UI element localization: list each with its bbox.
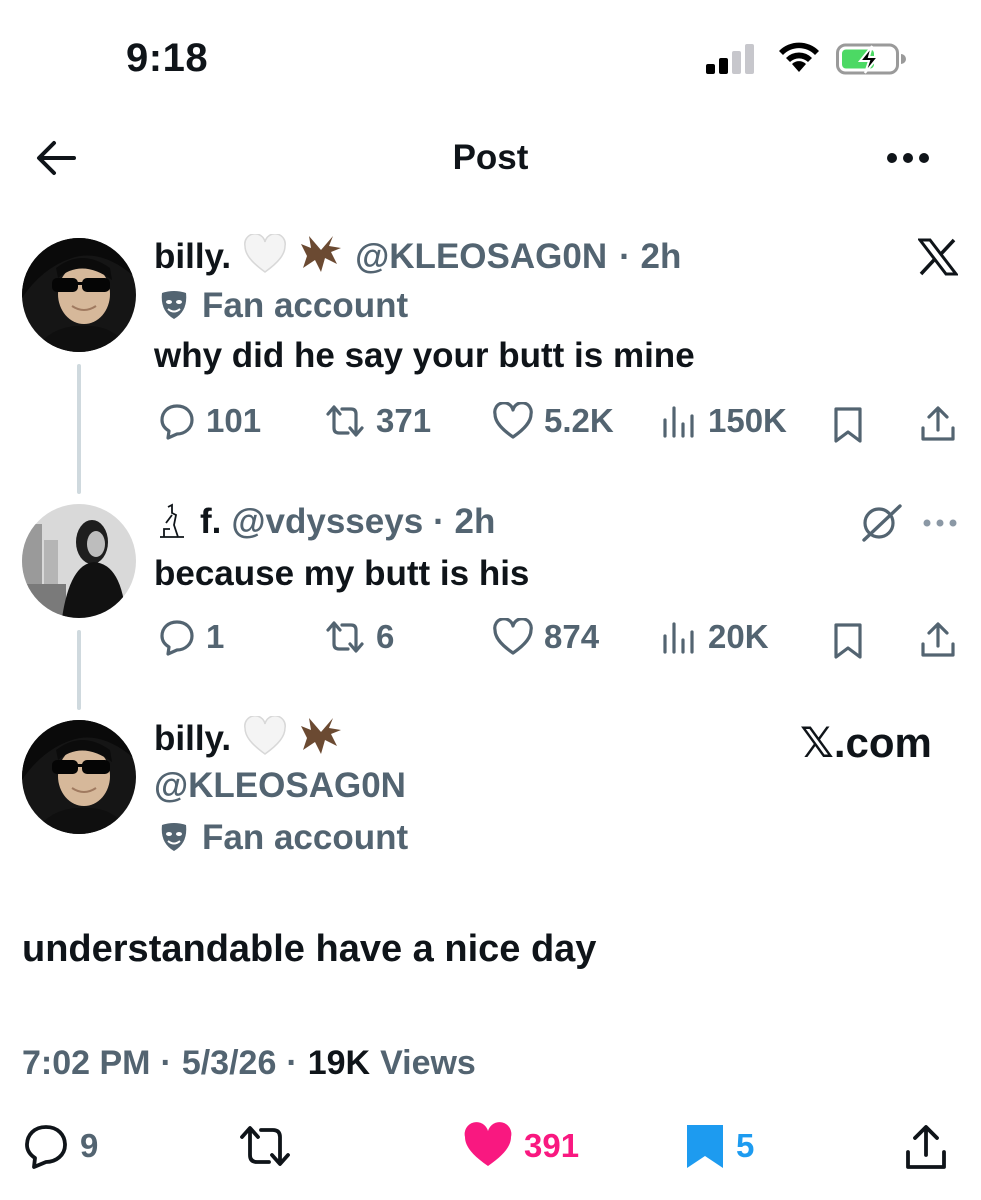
post-time: · 2h [619, 236, 682, 276]
tweet-text: why did he say your butt is mine [154, 336, 695, 375]
bat-icon [299, 234, 343, 279]
white-heart-icon [243, 715, 287, 761]
bookmark-count: 5 [736, 1127, 755, 1164]
tweet-actions: 101 371 5.2K 150K [154, 402, 960, 448]
reply-icon [160, 620, 194, 656]
avatar[interactable] [22, 238, 136, 352]
post-time[interactable]: 7:02 PM [22, 1044, 151, 1083]
views-button[interactable]: 20K [660, 618, 769, 656]
bookmark-icon[interactable] [832, 406, 864, 444]
post-meta: 7:02 PM · 5/3/26 · 19K Views [22, 1044, 476, 1083]
heart-filled-icon [464, 1122, 512, 1166]
reply-count: 1 [206, 618, 225, 655]
battery-charging-icon [836, 43, 906, 75]
post-time: · 2h [433, 502, 496, 541]
author-handle[interactable]: @vdysseys [231, 502, 423, 542]
more-options-icon[interactable] [922, 518, 958, 528]
more-options-icon[interactable] [884, 150, 932, 166]
reply-icon [160, 404, 194, 440]
x-logo-icon[interactable] [918, 238, 958, 276]
grok-icon[interactable] [858, 502, 904, 544]
avatar[interactable] [22, 720, 136, 834]
share-icon[interactable] [902, 1122, 950, 1172]
author-handle[interactable]: @KLEOSAG0N [154, 766, 406, 806]
page-title: Post [452, 138, 529, 177]
heart-outline-icon [493, 402, 533, 439]
repost-icon[interactable] [238, 1122, 292, 1170]
tweet-actions: 1 6 874 20K [154, 618, 960, 664]
repost-button[interactable]: 6 [324, 618, 394, 656]
views-button[interactable]: 150K [660, 402, 787, 440]
reply-button[interactable]: 9 [22, 1122, 98, 1170]
avatar[interactable] [22, 504, 136, 618]
tweet-text: because my butt is his [154, 554, 530, 593]
meta-dot: · [286, 1044, 298, 1082]
bookmark-icon[interactable] [832, 622, 864, 660]
views-chart-icon [663, 406, 694, 438]
repost-count: 371 [376, 402, 432, 439]
like-count: 391 [524, 1127, 580, 1164]
like-count: 874 [544, 618, 600, 655]
reply-icon [25, 1125, 67, 1169]
white-heart-icon [243, 233, 287, 279]
fan-account-label: Fan account [202, 818, 409, 857]
repost-button[interactable]: 371 [324, 402, 431, 440]
thread-connector [77, 630, 81, 710]
post-text: understandable have a nice day [22, 928, 597, 970]
author-handle[interactable]: @KLEOSAG0N [355, 237, 607, 277]
share-icon[interactable] [918, 404, 958, 444]
fan-mask-icon [161, 291, 187, 319]
reply-count: 101 [206, 402, 262, 439]
like-button[interactable]: 874 [492, 618, 599, 656]
like-button[interactable]: 391 [462, 1122, 579, 1170]
thread-connector [77, 364, 81, 494]
fan-account-label: Fan account [202, 286, 409, 325]
post-actions: 9 391 5 [22, 1122, 952, 1174]
egyptian-figure-icon [160, 503, 184, 538]
reply-button[interactable]: 1 [158, 618, 224, 656]
views-chart-icon [663, 622, 694, 654]
post-date[interactable]: 5/3/26 [182, 1044, 277, 1083]
repost-count: 6 [376, 618, 395, 655]
reply-button[interactable]: 101 [158, 402, 261, 440]
fan-mask-icon [161, 823, 187, 851]
author-name[interactable]: billy. [154, 719, 231, 759]
repost-icon [326, 621, 364, 653]
repost-icon [326, 405, 364, 437]
wifi-icon [779, 42, 819, 72]
bookmark-filled-icon [687, 1125, 723, 1168]
share-icon[interactable] [918, 620, 958, 660]
views-count: 19K [307, 1044, 371, 1082]
status-time: 9:18 [126, 36, 209, 80]
views-label: Views [380, 1044, 476, 1082]
cell-signal-icon [706, 44, 754, 74]
heart-outline-icon [493, 618, 533, 655]
reply-count: 9 [80, 1127, 99, 1164]
bookmark-button[interactable]: 5 [684, 1122, 754, 1170]
like-button[interactable]: 5.2K [492, 402, 614, 440]
views-count: 150K [708, 402, 787, 439]
like-count: 5.2K [544, 402, 614, 439]
views-count: 20K [708, 618, 769, 655]
meta-dot: · [160, 1044, 172, 1082]
author-name[interactable]: f. [200, 502, 221, 542]
x-com-watermark: 𝕏.com [800, 719, 932, 766]
author-name[interactable]: billy. [154, 237, 231, 277]
bat-icon [299, 716, 343, 761]
